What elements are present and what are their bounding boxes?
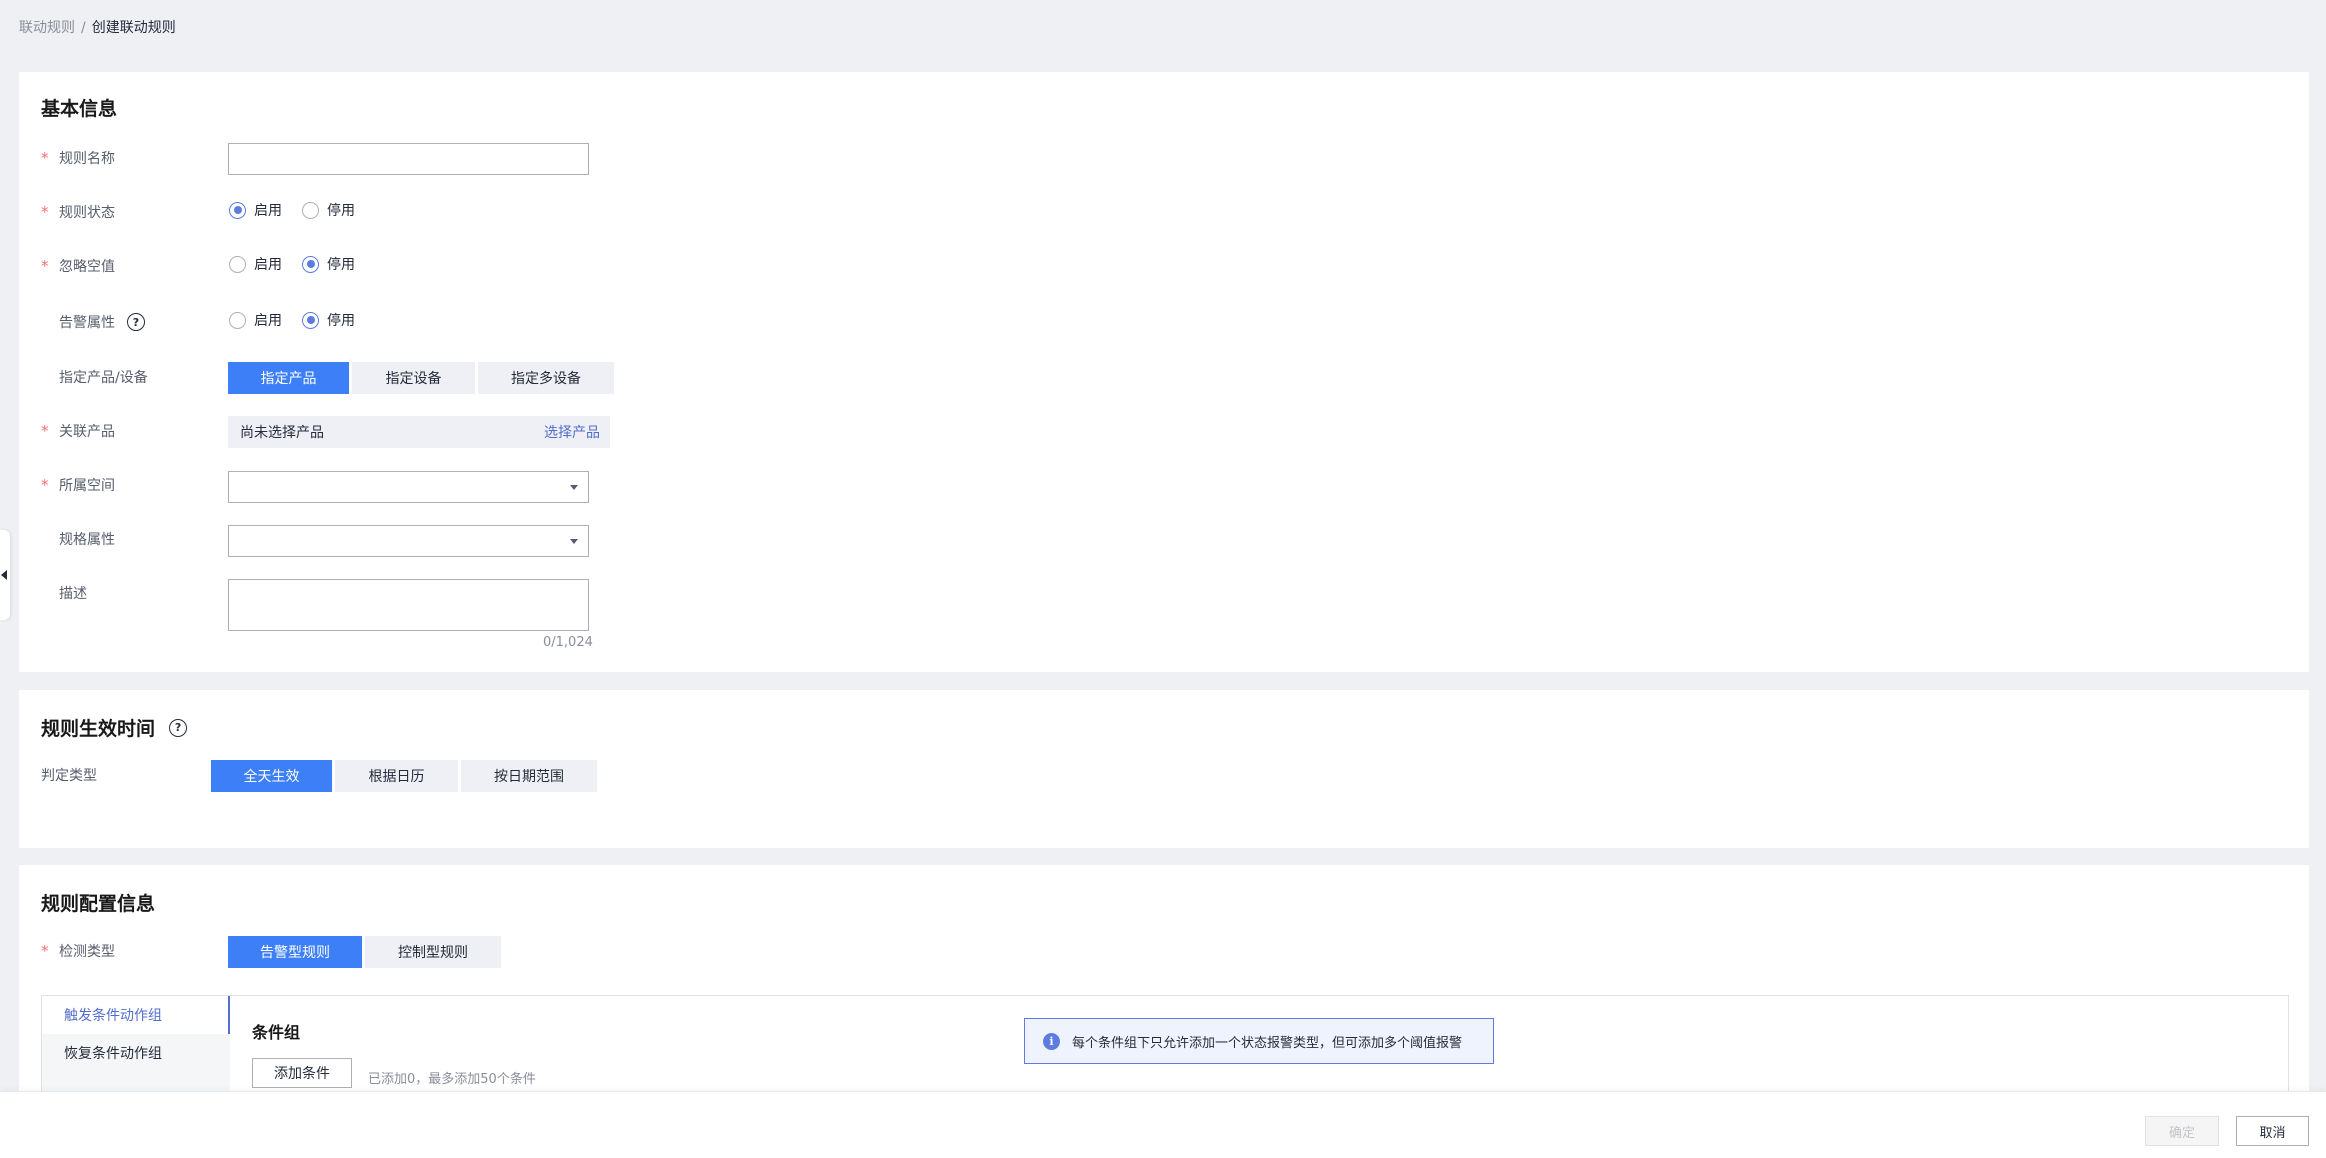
rule-status-radio-group: 启用 停用: [229, 194, 375, 226]
add-condition-button[interactable]: 添加条件: [252, 1058, 352, 1088]
info-banner: i 每个条件组下只允许添加一个状态报警类型，但可添加多个阈值报警: [1024, 1018, 1494, 1064]
rule-config-title: 规则配置信息: [41, 893, 156, 915]
chevron-down-icon: [570, 539, 578, 544]
rule-name-label: * 规则名称: [41, 149, 115, 167]
rule-status-enable-radio[interactable]: 启用: [229, 200, 282, 220]
description-textarea[interactable]: [228, 579, 589, 631]
breadcrumb-parent-link[interactable]: 联动规则: [19, 20, 75, 36]
judge-type-calendar-button[interactable]: 根据日历: [335, 760, 458, 792]
info-banner-text: 每个条件组下只允许添加一个状态报警类型，但可添加多个阈值报警: [1072, 1035, 1463, 1051]
space-select[interactable]: [228, 471, 589, 503]
judge-type-label: 判定类型: [41, 768, 97, 784]
side-tab-recover[interactable]: 恢复条件动作组: [42, 1034, 230, 1072]
chevron-down-icon: [570, 485, 578, 490]
alarm-attr-radio-group: 启用 停用: [229, 304, 375, 336]
target-product-button[interactable]: 指定产品: [228, 362, 349, 394]
rule-name-input[interactable]: [228, 143, 589, 175]
ignore-null-disable-radio[interactable]: 停用: [302, 254, 355, 274]
judge-type-all-day-button[interactable]: 全天生效: [211, 760, 332, 792]
product-empty-text: 尚未选择产品: [240, 425, 324, 441]
ignore-null-label: * 忽略空值: [41, 257, 115, 275]
breadcrumb-separator: /: [81, 20, 86, 36]
description-counter: 0/1,024: [543, 635, 593, 650]
alarm-attr-enable-radio[interactable]: 启用: [229, 310, 282, 330]
rule-status-disable-radio[interactable]: 停用: [302, 200, 355, 220]
description-label: 描述: [59, 586, 87, 602]
side-tab-trigger[interactable]: 触发条件动作组: [42, 996, 230, 1034]
help-icon[interactable]: ?: [169, 718, 188, 737]
product-label: * 关联产品: [41, 422, 115, 440]
help-icon[interactable]: ?: [127, 313, 145, 331]
detect-type-alarm-button[interactable]: 告警型规则: [228, 936, 362, 968]
product-selector: 尚未选择产品 选择产品: [228, 416, 610, 448]
target-segmented: 指定产品 指定设备 指定多设备: [228, 362, 617, 394]
effective-time-title: 规则生效时间: [41, 718, 156, 740]
select-product-link[interactable]: 选择产品: [544, 422, 600, 442]
detect-type-label: * 检测类型: [41, 942, 115, 960]
cancel-button[interactable]: 取消: [2236, 1116, 2309, 1146]
detect-type-segmented: 告警型规则 控制型规则: [228, 936, 504, 968]
alarm-attr-label: 告警属性 ?: [41, 306, 145, 338]
basic-info-card: 基本信息 * 规则名称 * 规则状态 启用 停用 * 忽略空值 启用 停用 告警属性 …: [19, 72, 2309, 672]
effective-time-card: 规则生效时间 ? 判定类型 全天生效 根据日历 按日期范围: [19, 690, 2309, 848]
target-device-button[interactable]: 指定设备: [352, 362, 475, 394]
spec-attr-label: 规格属性: [59, 532, 115, 548]
space-label: * 所属空间: [41, 476, 115, 494]
rule-status-label: * 规则状态: [41, 203, 115, 221]
effective-time-title-row: 规则生效时间 ?: [41, 714, 188, 741]
confirm-button[interactable]: 确定: [2145, 1116, 2219, 1146]
breadcrumb-current: 创建联动规则: [91, 20, 176, 36]
condition-group-title: 条件组: [252, 1023, 301, 1042]
detect-type-control-button[interactable]: 控制型规则: [365, 936, 501, 968]
sidebar-collapse-handle[interactable]: [0, 530, 10, 620]
ignore-null-enable-radio[interactable]: 启用: [229, 254, 282, 274]
judge-type-date-range-button[interactable]: 按日期范围: [461, 760, 597, 792]
info-icon: i: [1043, 1032, 1060, 1050]
footer-bar: 确定 取消: [0, 1091, 2326, 1158]
ignore-null-radio-group: 启用 停用: [229, 248, 375, 280]
judge-type-segmented: 全天生效 根据日历 按日期范围: [211, 760, 600, 792]
basic-info-title: 基本信息: [41, 98, 118, 120]
target-label: 指定产品/设备: [59, 370, 148, 386]
add-condition-hint: 已添加0，最多添加50个条件: [368, 1072, 536, 1087]
alarm-attr-disable-radio[interactable]: 停用: [302, 310, 355, 330]
breadcrumb: 联动规则 / 创建联动规则: [19, 17, 176, 37]
target-multi-device-button[interactable]: 指定多设备: [478, 362, 614, 394]
spec-attr-select[interactable]: [228, 525, 589, 557]
